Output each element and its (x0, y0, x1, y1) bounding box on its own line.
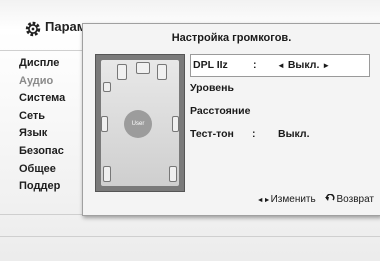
front-right-speaker-icon (157, 64, 167, 80)
option-separator: : (252, 128, 256, 140)
dialog-footer: ◄►Изменить Возврат (251, 193, 375, 205)
dialog-title: Настройка громкогов. (171, 32, 292, 44)
return-arrow-icon (324, 193, 334, 201)
front-left-speaker-icon (117, 64, 127, 80)
menu-item-network[interactable]: Сеть (19, 110, 89, 128)
back-label: Возврат (336, 194, 375, 205)
option-test-tone[interactable]: Тест-тон : Выкл. (190, 123, 370, 146)
menu-item-language[interactable]: Язык (19, 127, 89, 145)
menu-item-general[interactable]: Общее (19, 163, 89, 181)
back-left-speaker-icon (103, 166, 111, 182)
test-tone-value: Выкл. (278, 128, 310, 140)
user-position-icon: User (124, 110, 152, 138)
menu-item-audio[interactable]: Аудио (19, 75, 89, 93)
settings-title: Парам (45, 19, 85, 34)
surround-right-speaker-icon (172, 116, 179, 132)
speaker-options: DPL IIz : ◄ Выкл. ► Уровень Расстояние Т… (190, 54, 370, 146)
room-floor: User (101, 60, 179, 186)
back-right-speaker-icon (169, 166, 177, 182)
change-hint[interactable]: ◄►Изменить (257, 194, 316, 205)
menu-item-security[interactable]: Безопас (19, 145, 89, 163)
back-hint[interactable]: Возврат (324, 193, 375, 205)
option-value: ◄ Выкл. ► (277, 59, 330, 71)
option-level[interactable]: Уровень (190, 77, 370, 100)
menu-item-display[interactable]: Диспле (19, 57, 89, 75)
menu-item-system[interactable]: Система (19, 92, 89, 110)
option-dpl-iiz[interactable]: DPL IIz : ◄ Выкл. ► (190, 54, 370, 77)
change-label: Изменить (270, 194, 316, 205)
surround-left-speaker-icon (101, 116, 108, 132)
settings-menu: Диспле Аудио Система Сеть Язык Безопас О… (19, 57, 89, 198)
left-arrow-icon[interactable]: ◄ (277, 61, 285, 70)
footer-divider-bottom (0, 236, 380, 237)
option-separator: : (253, 59, 257, 71)
option-distance[interactable]: Расстояние (190, 100, 370, 123)
gear-icon (25, 21, 41, 37)
speaker-settings-dialog: Настройка громкогов. User DPL IIz : ◄ Вы… (82, 23, 380, 216)
center-speaker-icon (136, 62, 150, 74)
option-label: Тест-тон (190, 128, 234, 140)
speaker-room-diagram: User (95, 54, 185, 192)
option-label: DPL IIz (193, 59, 228, 71)
left-right-arrows-icon: ◄► (256, 197, 271, 204)
tv-screen: Парам Диспле Аудио Система Сеть Язык Без… (0, 0, 380, 261)
option-label: Уровень (190, 82, 234, 94)
subwoofer-icon (103, 82, 111, 92)
menu-item-support[interactable]: Поддер (19, 180, 89, 198)
dpl-iiz-value: Выкл. (287, 59, 320, 71)
right-arrow-icon[interactable]: ► (322, 61, 330, 70)
option-label: Расстояние (190, 105, 251, 117)
